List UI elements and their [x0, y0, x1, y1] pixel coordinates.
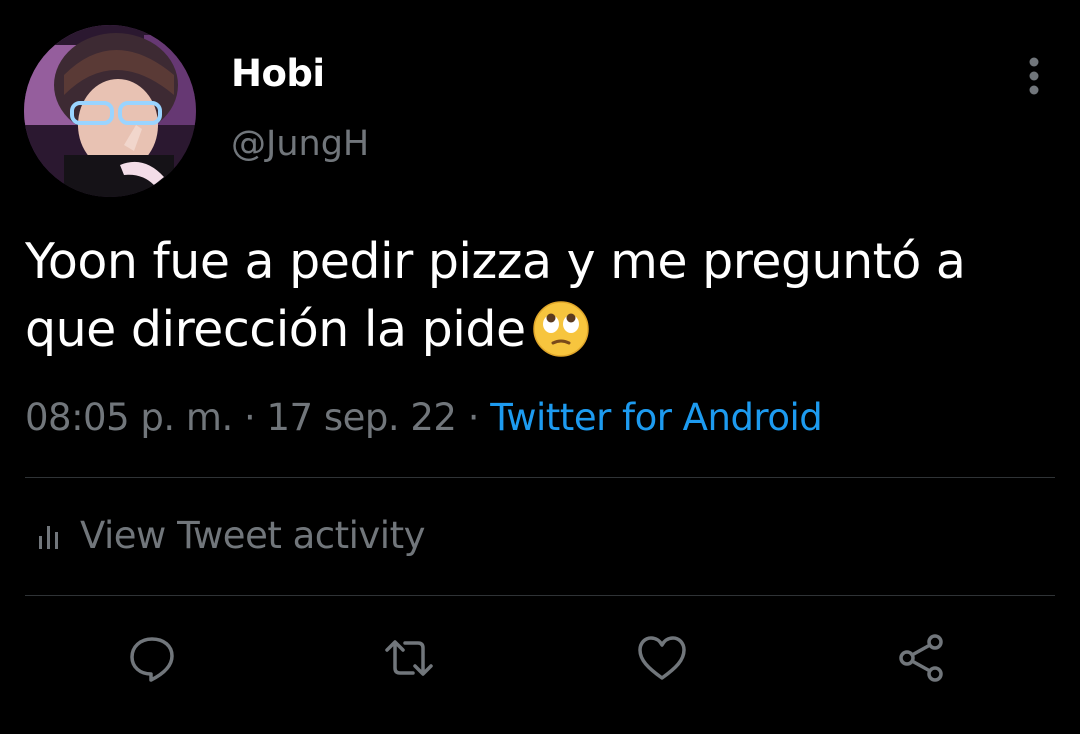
tweet-body: Yoon fue a pedir pizza y me preguntó a q… — [25, 233, 966, 358]
view-activity-button[interactable]: View Tweet activity — [36, 514, 425, 557]
rolling-eyes-emoji-icon — [532, 300, 590, 358]
share-icon — [899, 634, 943, 682]
display-name[interactable]: Hobi — [231, 52, 325, 95]
activity-bars-icon — [39, 525, 58, 549]
avatar[interactable] — [24, 25, 196, 197]
tweet-source-link[interactable]: Twitter for Android — [490, 396, 822, 439]
retweet-icon — [385, 640, 433, 676]
tweet-time: 08:05 p. m. — [25, 396, 233, 439]
more-options-icon[interactable] — [1016, 56, 1052, 96]
tweet-text: Yoon fue a pedir pizza y me preguntó a q… — [25, 228, 1055, 364]
retweet-button[interactable] — [381, 628, 437, 688]
user-handle[interactable]: @JungH — [231, 124, 369, 164]
tweet-date: 17 sep. 22 — [266, 396, 457, 439]
tweet-meta: 08:05 p. m. · 17 sep. 22 · Twitter for A… — [25, 396, 823, 439]
reply-button[interactable] — [124, 628, 180, 688]
share-button[interactable] — [893, 628, 949, 688]
reply-icon — [130, 637, 174, 682]
meta-separator-2: · — [456, 396, 491, 439]
avatar-image — [24, 25, 196, 197]
meta-separator: · — [232, 396, 267, 439]
divider — [25, 595, 1055, 596]
divider — [25, 477, 1055, 478]
view-activity-label: View Tweet activity — [80, 514, 425, 557]
like-icon — [638, 636, 686, 680]
like-button[interactable] — [634, 628, 690, 688]
